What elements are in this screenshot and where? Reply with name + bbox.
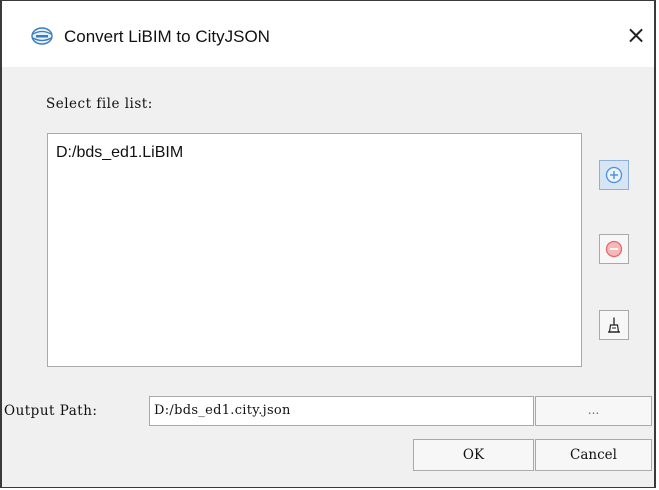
remove-file-button[interactable] xyxy=(599,234,629,264)
title-bar: Convert LiBIM to CityJSON × xyxy=(2,0,654,67)
browse-button[interactable]: ... xyxy=(535,396,652,426)
file-list[interactable]: D:/bds_ed1.LiBIM xyxy=(47,133,582,367)
close-icon[interactable]: × xyxy=(622,21,650,49)
add-file-button[interactable] xyxy=(599,160,629,190)
cancel-button[interactable]: Cancel xyxy=(535,439,652,471)
list-item[interactable]: D:/bds_ed1.LiBIM xyxy=(56,144,183,162)
window-title: Convert LiBIM to CityJSON xyxy=(64,27,270,46)
dialog-window: Convert LiBIM to CityJSON × Select file … xyxy=(0,0,656,488)
output-path-label: Output Path: xyxy=(4,403,98,419)
output-path-input[interactable]: D:/bds_ed1.city.json xyxy=(149,396,534,426)
app-logo-icon xyxy=(30,26,54,46)
ok-button[interactable]: OK xyxy=(413,439,534,471)
select-file-list-label: Select file list: xyxy=(46,96,153,112)
clear-list-button[interactable] xyxy=(599,310,629,340)
